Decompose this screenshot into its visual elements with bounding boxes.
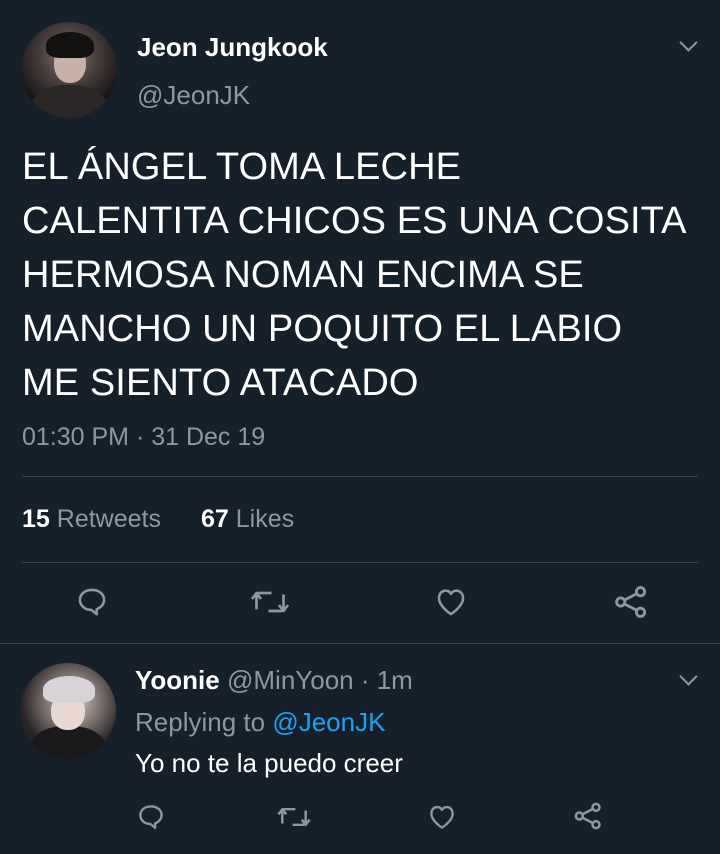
avatar[interactable] [21, 22, 117, 118]
replying-label: Replying to [135, 707, 266, 737]
tweet-text-line: MANCHO UN POQUITO EL LABIO [22, 308, 623, 350]
chevron-down-icon[interactable] [679, 33, 698, 52]
likes-count: 67 [201, 505, 229, 533]
avatar-body-shape [29, 726, 107, 759]
tweet-text-line: ME SIENTO ATACADO [22, 362, 419, 404]
replying-to: Replying to @JeonJK [135, 707, 385, 738]
reply-author-name[interactable]: Yoonie [135, 665, 220, 695]
tweet-text: EL ÁNGEL TOMA LECHE CALENTITA CHICOS ES … [22, 140, 712, 410]
reply-text: Yo no te la puedo creer [135, 748, 403, 778]
reply-icon[interactable] [74, 585, 110, 619]
tweet-timestamp[interactable]: 01:30 PM · 31 Dec 19 [22, 423, 265, 452]
retweets-stat[interactable]: 15 Retweets [22, 505, 161, 534]
retweets-label: Retweets [56, 505, 161, 533]
share-icon[interactable] [572, 800, 604, 832]
avatar-hair-shape [43, 676, 95, 704]
tweet-text-line: CALENTITA CHICOS ES UNA COSITA [22, 200, 687, 242]
reply-icon[interactable] [136, 802, 166, 832]
retweets-count: 15 [22, 505, 50, 533]
chevron-down-icon[interactable] [679, 667, 698, 686]
replying-to-link[interactable]: @JeonJK [272, 707, 385, 737]
tweet-text-line: HERMOSA NOMAN ENCIMA SE [22, 254, 584, 296]
avatar-body-shape [30, 85, 108, 118]
divider [22, 562, 698, 563]
reply-time[interactable]: · 1m [361, 665, 413, 695]
likes-stat[interactable]: 67 Likes [201, 505, 294, 534]
avatar-hair-shape [45, 31, 94, 59]
like-icon[interactable] [433, 585, 469, 619]
like-icon[interactable] [427, 802, 457, 832]
share-icon[interactable] [612, 583, 650, 621]
retweet-icon[interactable] [277, 804, 311, 830]
divider [22, 476, 698, 477]
retweet-icon[interactable] [250, 587, 290, 617]
reply-header: Yoonie @MinYoon · 1m [135, 665, 413, 696]
reply-avatar[interactable] [20, 663, 116, 759]
author-handle[interactable]: @JeonJK [137, 80, 250, 111]
reply-author-handle[interactable]: @MinYoon [227, 665, 354, 695]
author-name[interactable]: Jeon Jungkook [137, 32, 328, 63]
divider [0, 643, 720, 644]
likes-label: Likes [235, 505, 295, 533]
tweet-text-line: EL ÁNGEL TOMA LECHE [22, 146, 462, 188]
